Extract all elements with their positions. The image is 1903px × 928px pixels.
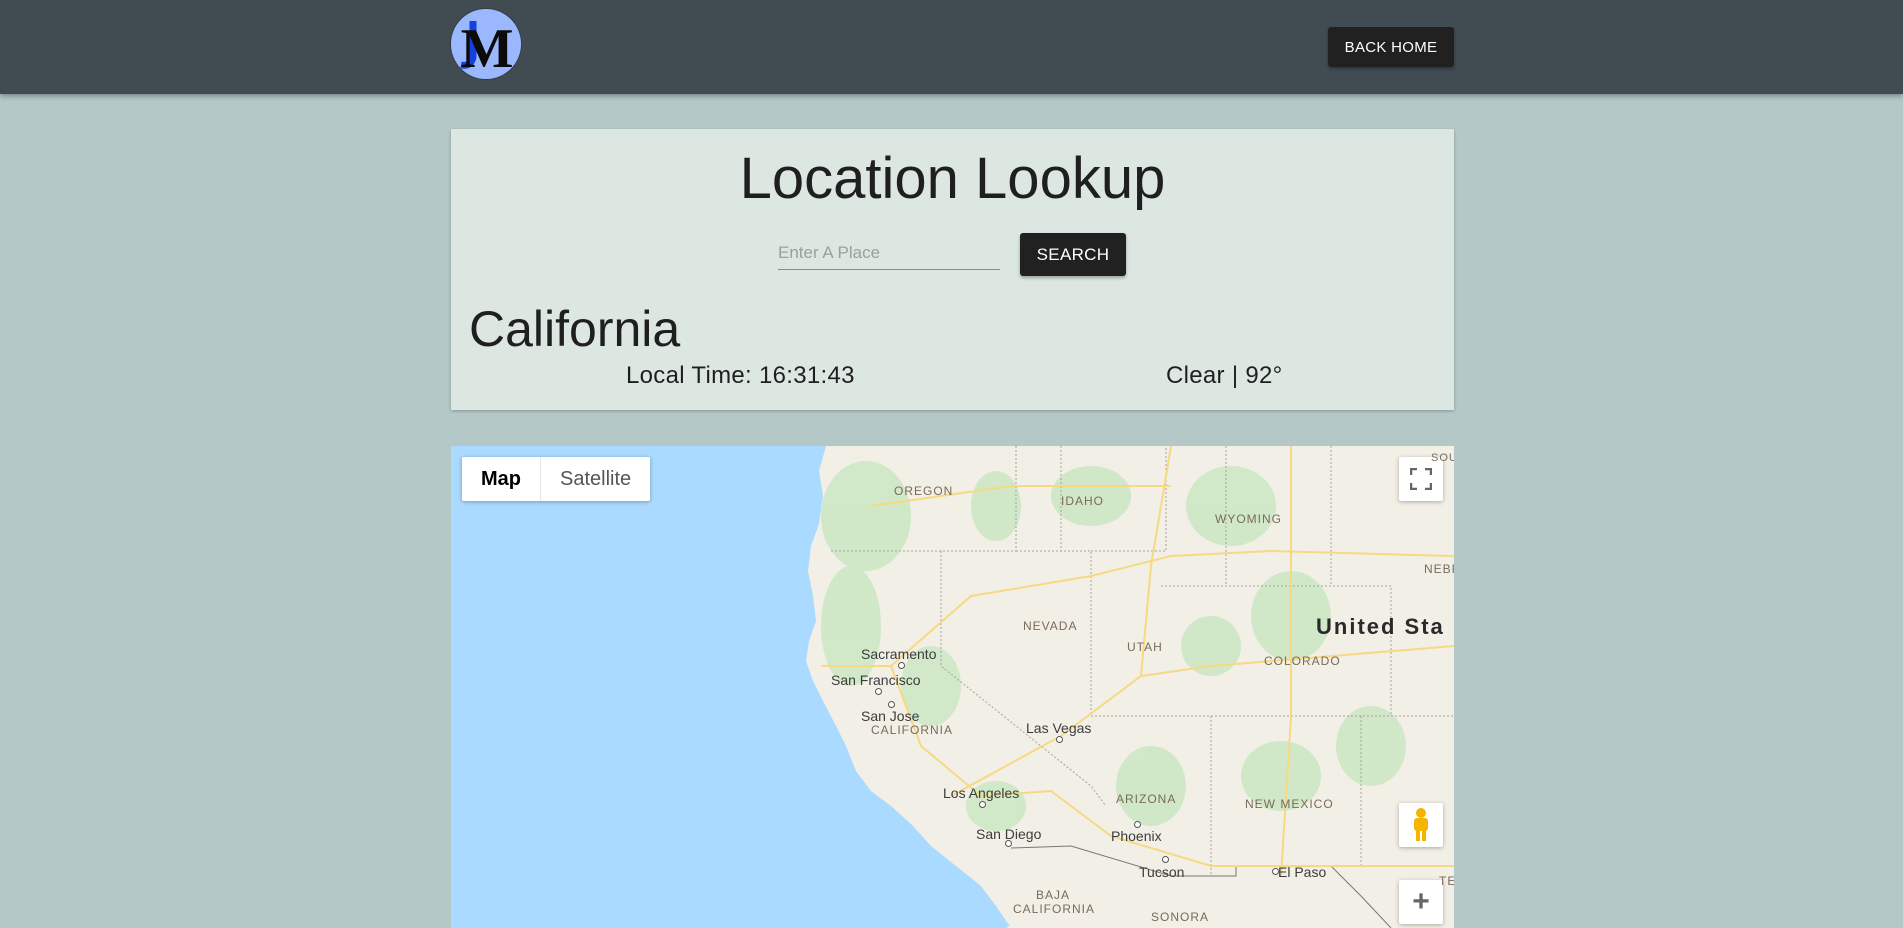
back-home-button[interactable]: BACK HOME: [1328, 27, 1454, 67]
pegman-icon: [1414, 808, 1428, 841]
svg-text:M: M: [461, 18, 514, 79]
fullscreen-icon: [1410, 468, 1432, 490]
weather-summary: Clear | 92°: [1166, 362, 1283, 389]
city-label: Phoenix: [1111, 828, 1162, 844]
city-marker: [888, 701, 895, 708]
search-button[interactable]: SEARCH: [1020, 233, 1126, 276]
city-label: El Paso: [1278, 864, 1327, 880]
street-view-pegman-button[interactable]: [1399, 803, 1443, 847]
local-time: Local Time: 16:31:43: [626, 362, 855, 389]
state-label: WYOMING: [1215, 512, 1282, 526]
state-label: CALIFORNIA: [871, 723, 954, 737]
city-label: Los Angeles: [943, 785, 1020, 801]
state-label: COLORADO: [1264, 654, 1341, 668]
state-label: IDAHO: [1061, 494, 1105, 508]
city-marker: [1056, 736, 1063, 743]
state-label: SOUTH: [1431, 452, 1454, 464]
place-search-input[interactable]: [778, 237, 1000, 270]
state-label: UTAH: [1127, 640, 1163, 654]
city-label: Las Vegas: [1026, 720, 1092, 736]
state-label: OREGON: [894, 484, 954, 498]
map-type-satellite-button[interactable]: Satellite: [541, 457, 650, 501]
state-label: NEW MEXICO: [1245, 797, 1334, 811]
state-label: NEBR: [1424, 562, 1454, 576]
zoom-in-button[interactable]: +: [1399, 880, 1443, 924]
place-name: California: [469, 301, 681, 357]
city-label: San Francisco: [831, 672, 921, 688]
top-navbar: M BACK HOME: [0, 0, 1903, 94]
map-canvas: [451, 446, 1454, 928]
map-type-map-button[interactable]: Map: [462, 457, 541, 501]
city-marker: [979, 801, 986, 808]
state-label: ARIZONA: [1116, 792, 1177, 806]
city-marker: [1134, 821, 1141, 828]
city-marker: [1162, 856, 1169, 863]
city-label: Tucson: [1139, 864, 1185, 880]
state-label: NEVADA: [1023, 619, 1078, 633]
logo-monogram-icon: M: [451, 9, 521, 79]
city-label: Sacramento: [861, 646, 937, 662]
site-logo[interactable]: M: [451, 9, 521, 79]
country-label: United Sta: [1316, 614, 1445, 639]
city-marker: [875, 688, 882, 695]
state-label: SONORA: [1151, 910, 1210, 924]
city-marker: [1005, 840, 1012, 847]
city-label: San Jose: [861, 708, 920, 724]
state-label: TE: [1439, 874, 1454, 888]
city-marker: [898, 662, 905, 669]
map-type-control: Map Satellite: [462, 457, 651, 501]
map-view[interactable]: Map Satellite + OREGON IDAHO WYOMING NEB…: [451, 446, 1454, 928]
location-lookup-card: Location Lookup SEARCH California Local …: [451, 129, 1454, 410]
page-title: Location Lookup: [739, 146, 1166, 211]
state-label: BAJA CALIFORNIA: [1013, 888, 1096, 916]
